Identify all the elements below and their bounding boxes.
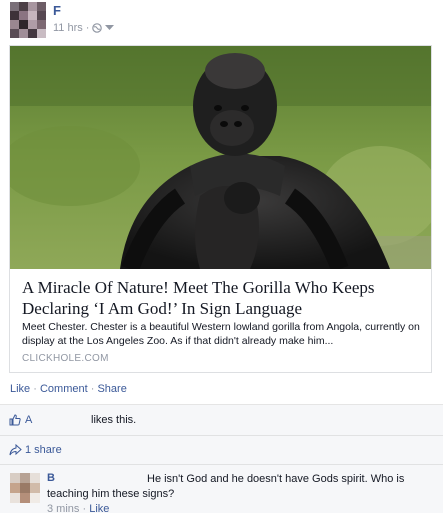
- comment-meta-separator: ·: [82, 503, 87, 515]
- share-action-link[interactable]: Share: [97, 383, 126, 395]
- share-count-link[interactable]: 1 share: [25, 444, 62, 456]
- like-action-link[interactable]: Like: [10, 383, 30, 395]
- action-separator: ·: [90, 383, 95, 395]
- comment-timestamp[interactable]: 3 mins: [47, 503, 79, 515]
- post-author-name[interactable]: F: [53, 3, 61, 18]
- post-actions: Like · Comment · Share: [10, 383, 127, 395]
- comment-meta: 3 mins · Like: [47, 503, 109, 515]
- action-separator: ·: [33, 383, 37, 395]
- link-title[interactable]: A Miracle Of Nature! Meet The Gorilla Wh…: [22, 277, 422, 319]
- gorilla-photo[interactable]: [10, 46, 431, 269]
- link-description: Meet Chester. Chester is a beautiful Wes…: [22, 321, 420, 347]
- shares-row: 1 share: [0, 436, 443, 465]
- shared-link-card[interactable]: A Miracle Of Nature! Meet The Gorilla Wh…: [9, 45, 432, 373]
- meta-separator: ·: [85, 22, 90, 34]
- liker-name[interactable]: A: [25, 414, 32, 426]
- ufi-panel: A likes this. 1 share B He isn't God and…: [0, 404, 443, 515]
- post-meta: 11 hrs ·: [53, 22, 115, 34]
- comment-like-link[interactable]: Like: [89, 503, 109, 515]
- post-header: F 11 hrs ·: [0, 0, 443, 44]
- comment-item: B He isn't God and he doesn't have Gods …: [0, 465, 443, 515]
- post-timestamp[interactable]: 11 hrs: [53, 22, 83, 34]
- comment-text: He isn't God and he doesn't have Gods sp…: [47, 473, 405, 500]
- author-avatar[interactable]: [10, 2, 46, 38]
- likes-text: likes this.: [91, 414, 137, 426]
- chevron-down-icon[interactable]: [105, 25, 115, 31]
- likes-row: A likes this.: [0, 405, 443, 436]
- share-arrow-icon: [9, 444, 22, 456]
- thumbs-up-icon: [9, 414, 21, 426]
- commenter-avatar[interactable]: [10, 473, 40, 503]
- audience-globe-icon[interactable]: [92, 23, 103, 33]
- comment-action-link[interactable]: Comment: [40, 383, 88, 395]
- link-source: CLICKHOLE.COM: [22, 353, 109, 364]
